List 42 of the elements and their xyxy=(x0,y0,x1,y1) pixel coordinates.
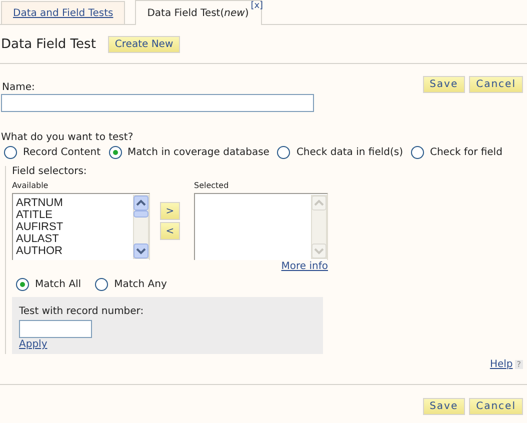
help-link[interactable]: Help xyxy=(490,359,513,370)
list-item[interactable]: AULAST xyxy=(16,233,133,245)
more-info-link[interactable]: More info xyxy=(281,261,328,272)
scrollbar-drawing xyxy=(311,195,327,259)
radio-label: Check data in field(s) xyxy=(296,147,403,158)
list-item[interactable]: ATITLE xyxy=(16,209,133,221)
tab[interactable]: Data and Field Tests xyxy=(1,1,126,24)
remove-button[interactable]: < xyxy=(160,222,180,240)
radio-button[interactable] xyxy=(410,146,424,159)
cancel-button[interactable]: Cancel xyxy=(469,76,523,93)
apply-link[interactable]: Apply xyxy=(19,339,48,350)
field-selectors-label: Field selectors: xyxy=(12,166,88,177)
list-item[interactable]: AUTHOR xyxy=(16,245,133,257)
save-button[interactable]: Save xyxy=(422,398,466,415)
record-number-field[interactable] xyxy=(19,320,92,338)
page-title: Data Field Test xyxy=(1,36,96,52)
list-item[interactable]: AUFIRST xyxy=(16,221,133,233)
available-listbox[interactable]: ARTNUM ATITLE AUFIRST AULAST AUTHOR xyxy=(12,193,150,260)
available-label: Available xyxy=(12,181,50,190)
save-button[interactable]: Save xyxy=(422,76,466,93)
radio-button[interactable] xyxy=(4,146,17,159)
list-item[interactable]: ARTNUM xyxy=(16,197,133,209)
selected-listbox[interactable] xyxy=(194,193,328,260)
selected-label: Selected xyxy=(194,181,230,190)
record-number-label: Test with record number: xyxy=(19,306,145,317)
radio-button[interactable] xyxy=(108,146,122,159)
close-tab-link[interactable]: [x] xyxy=(250,1,264,11)
test-question: What do you want to test? xyxy=(0,132,134,143)
radio-button[interactable] xyxy=(277,146,290,159)
cancel-button[interactable]: Cancel xyxy=(469,398,523,415)
radio-label: Check for field xyxy=(430,147,502,158)
create-new-button[interactable]: Create New xyxy=(108,36,180,52)
scrollbar-drawing[interactable] xyxy=(133,195,149,259)
name-label: Name: xyxy=(2,82,35,93)
radio-label: Match Any xyxy=(114,279,167,290)
radio-label: Record Content xyxy=(23,147,100,158)
name-input-field[interactable] xyxy=(1,94,314,112)
radio-label: Match in coverage database xyxy=(128,147,270,158)
radio-button[interactable] xyxy=(16,278,29,291)
radio-label: Match All xyxy=(35,279,82,290)
add-button[interactable]: > xyxy=(160,202,180,220)
radio-button[interactable] xyxy=(95,278,108,291)
